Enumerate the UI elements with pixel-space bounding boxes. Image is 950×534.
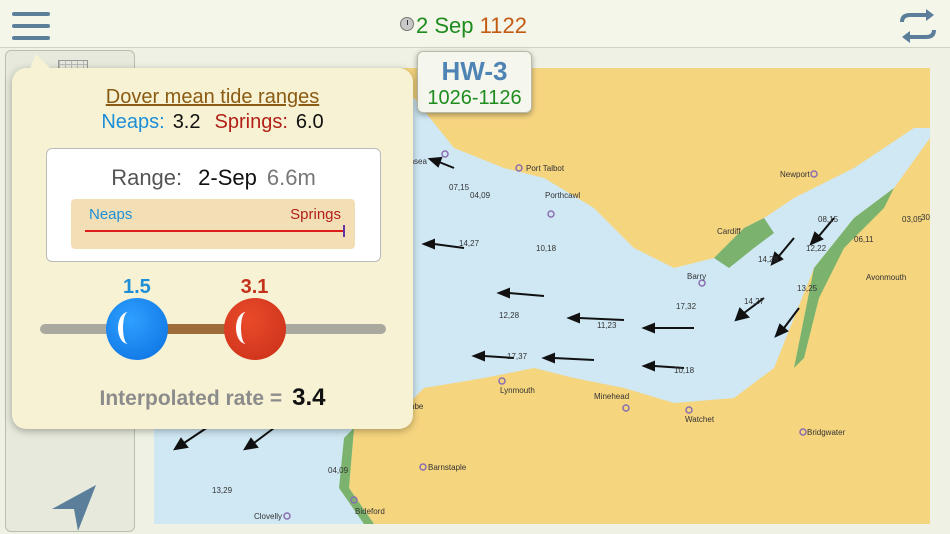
date-time-display[interactable]: 2 Sep 1122 — [400, 13, 527, 39]
svg-text:Barnstaple: Barnstaple — [428, 463, 467, 472]
location-arrow-icon[interactable] — [48, 479, 104, 534]
svg-text:13,25: 13,25 — [797, 284, 818, 293]
svg-text:Minehead: Minehead — [594, 392, 629, 401]
svg-text:Bideford: Bideford — [355, 507, 385, 516]
svg-text:11,23: 11,23 — [597, 321, 617, 330]
mean-ranges: Neaps: 3.2 Springs: 6.0 — [12, 111, 413, 134]
svg-text:17,37: 17,37 — [507, 352, 528, 361]
refresh-cycle-icon[interactable] — [896, 6, 940, 46]
svg-text:Watchet: Watchet — [685, 415, 715, 424]
panel-title: Dover mean tide ranges — [105, 86, 320, 108]
hw-time-range: 1026-1126 — [427, 87, 522, 109]
svg-text:Avonmouth: Avonmouth — [866, 273, 906, 282]
popover-pointer — [26, 54, 60, 78]
svg-text:30': 30' — [921, 213, 930, 222]
range-label: Range: — [111, 165, 183, 190]
svg-text:14,27: 14,27 — [744, 297, 765, 306]
svg-text:14,27: 14,27 — [459, 239, 480, 248]
svg-text:Cardiff: Cardiff — [717, 227, 741, 236]
neaps-label: Neaps: — [101, 111, 165, 133]
moon-icon — [117, 312, 138, 344]
neaps-rate-knob[interactable] — [105, 298, 168, 360]
svg-text:04,09: 04,09 — [470, 191, 491, 200]
range-value: 6.6m — [266, 165, 316, 190]
range-box: Range: 2-Sep 6.6m Neaps Springs — [46, 148, 381, 262]
interpolated-rate-value: 3.4 — [292, 384, 326, 411]
svg-text:14,28: 14,28 — [758, 255, 779, 264]
range-date: 2-Sep — [198, 165, 257, 190]
svg-text:Porthcawl: Porthcawl — [545, 191, 580, 200]
springs-rate-value: 3.1 — [240, 276, 269, 298]
neaps-rate-value: 1.5 — [122, 276, 151, 298]
moon-icon — [235, 312, 256, 344]
top-bar: 2 Sep 1122 — [0, 0, 950, 48]
svg-text:12,28: 12,28 — [499, 311, 520, 320]
springs-rate-knob[interactable] — [223, 298, 286, 360]
menu-icon[interactable] — [8, 6, 54, 46]
svg-text:13,29: 13,29 — [212, 486, 233, 495]
svg-text:10,18: 10,18 — [674, 366, 695, 375]
svg-text:Lynmouth: Lynmouth — [500, 386, 535, 395]
springs-label: Springs: — [214, 111, 288, 133]
springs-value: 6.0 — [295, 111, 324, 133]
svg-text:08,15: 08,15 — [818, 215, 839, 224]
svg-text:07,15: 07,15 — [449, 183, 470, 192]
time-label: 1122 — [479, 13, 527, 38]
svg-text:06,11: 06,11 — [854, 235, 874, 244]
tide-range-popover: Dover mean tide ranges Neaps: 3.2 Springs:… — [12, 54, 413, 429]
clock-icon — [400, 17, 414, 31]
bar-neaps-label: Neaps — [89, 206, 133, 223]
bar-springs-label: Springs — [290, 206, 341, 223]
svg-text:04,09: 04,09 — [328, 466, 349, 475]
svg-text:12,22: 12,22 — [806, 244, 827, 253]
date-label: 2 Sep — [416, 13, 474, 38]
interpolated-rate: Interpolated rate = 3.4 — [12, 384, 413, 412]
svg-text:03,05: 03,05 — [902, 215, 923, 224]
svg-text:Clovelly: Clovelly — [254, 512, 282, 521]
range-position-marker — [343, 225, 345, 237]
svg-text:10,18: 10,18 — [536, 244, 557, 253]
hw-title: HW-3 — [441, 56, 508, 86]
interpolated-rate-label: Interpolated rate = — [99, 387, 283, 410]
svg-text:Newport: Newport — [780, 170, 811, 179]
neaps-springs-bar: Neaps Springs — [71, 199, 355, 249]
svg-text:Port Talbot: Port Talbot — [526, 164, 565, 173]
svg-text:17,32: 17,32 — [676, 302, 697, 311]
svg-text:Bridgwater: Bridgwater — [807, 428, 846, 437]
rate-slider[interactable]: 1.5 3.1 — [40, 268, 386, 368]
high-water-badge[interactable]: HW-3 1026-1126 — [417, 51, 532, 113]
svg-text:Barry: Barry — [687, 272, 706, 281]
range-readout: Range: 2-Sep 6.6m — [47, 165, 380, 191]
range-bar-line — [85, 230, 343, 232]
neaps-value: 3.2 — [172, 111, 201, 133]
